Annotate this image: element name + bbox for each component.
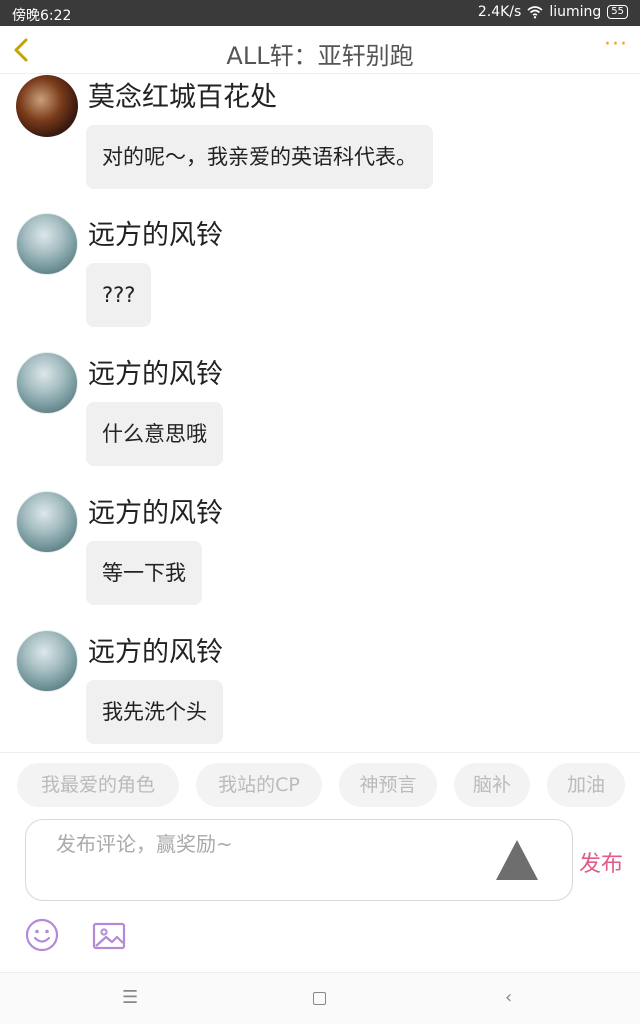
header: ALL轩：亚轩别跑 ···	[0, 26, 640, 74]
wifi-icon	[527, 6, 543, 19]
message-bubble[interactable]: ???	[86, 263, 152, 327]
message-username[interactable]: 远方的风铃	[88, 491, 223, 530]
network-name: liuming	[549, 4, 602, 20]
image-icon[interactable]	[92, 921, 126, 951]
message-username[interactable]: 远方的风铃	[88, 213, 223, 252]
status-right: 2.4K/s liuming 55	[478, 4, 628, 20]
system-nav-bar: ☰ ‹	[0, 972, 640, 1024]
comment-input[interactable]: 发布评论，赢奖励~	[25, 819, 573, 901]
user-avatar[interactable]	[16, 213, 78, 275]
message-bubble[interactable]: 我先洗个头	[86, 680, 223, 744]
quick-tag[interactable]: 我最爱的角色	[17, 763, 179, 807]
quick-tag[interactable]: 我站的CP	[196, 763, 322, 807]
comment-placeholder: 发布评论，赢奖励~	[56, 832, 233, 856]
message-username[interactable]: 远方的风铃	[88, 630, 223, 669]
quick-tag[interactable]: 脑补	[454, 763, 530, 807]
user-avatar[interactable]	[16, 75, 78, 137]
message-list[interactable]: 莫念红城百花处 对的呢～，我亲爱的英语科代表。 远方的风铃 ??? 远方的风铃 …	[0, 75, 640, 751]
user-avatar[interactable]	[16, 352, 78, 414]
quick-tags-bar: 我最爱的角色 我站的CP 神预言 脑补 加油	[0, 752, 640, 816]
quick-tag[interactable]: 加油	[547, 763, 625, 807]
message-bubble[interactable]: 等一下我	[86, 541, 202, 605]
status-bar: 傍晚6:22 2.4K/s liuming 55	[0, 0, 640, 26]
user-avatar[interactable]	[16, 491, 78, 553]
message-username[interactable]: 莫念红城百花处	[88, 75, 277, 114]
message-bubble[interactable]: 什么意思哦	[86, 402, 223, 466]
menu-icon[interactable]: ☰	[122, 987, 138, 1008]
network-speed: 2.4K/s	[477, 4, 522, 20]
publish-button[interactable]: 发布	[579, 846, 623, 878]
quick-tag[interactable]: 神预言	[339, 763, 437, 807]
battery-indicator: 55	[607, 5, 628, 19]
status-time: 傍晚6:22	[12, 8, 72, 24]
text-cursor-handle-icon[interactable]	[496, 840, 538, 880]
emoji-icon[interactable]	[25, 918, 59, 952]
home-icon[interactable]	[313, 992, 326, 1005]
more-options-button[interactable]: ···	[604, 32, 628, 57]
message-username[interactable]: 远方的风铃	[88, 352, 223, 391]
back-icon[interactable]: ‹	[505, 987, 512, 1008]
user-avatar[interactable]	[16, 630, 78, 692]
message-bubble[interactable]: 对的呢～，我亲爱的英语科代表。	[86, 125, 433, 189]
page-title: ALL轩：亚轩别跑	[226, 42, 414, 70]
